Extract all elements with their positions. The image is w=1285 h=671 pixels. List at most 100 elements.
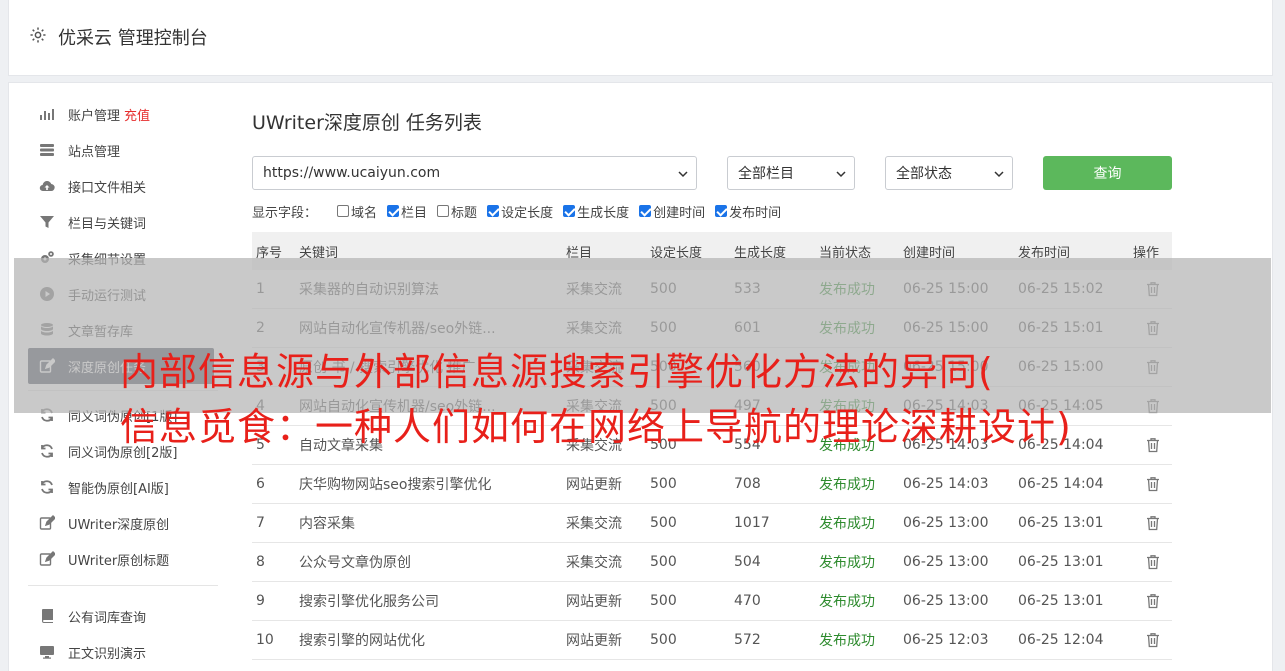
table-cell: 发布成功 [819, 516, 875, 532]
sidebar-item-label: UWriter原创标题 [68, 553, 170, 569]
table-cell: 06-25 13:00 [903, 515, 989, 531]
checkbox[interactable] [387, 205, 400, 217]
column-select-value: 全部栏目 [738, 166, 794, 182]
table-cell[interactable]: 搜索引擎优化服务公司 [299, 591, 566, 611]
row-actions [1133, 632, 1172, 648]
checkbox[interactable] [337, 205, 350, 217]
status-select-value: 全部状态 [896, 166, 952, 182]
headline-line-1: 内部信息源与外部信息源搜索引擎优化方法的异同( [120, 350, 994, 394]
sidebar-item-label: 账户管理 [68, 108, 121, 124]
trash-icon[interactable] [1146, 476, 1160, 492]
field-checkbox-3[interactable]: 设定长度 [487, 202, 553, 221]
table-cell: 708 [734, 476, 761, 492]
table-cell[interactable]: 公众号文章伪原创 [299, 552, 566, 572]
table-row: 10 搜索引擎的网站优化 网站更新 500 572 发布成功 06-25 12:03 06-2… [252, 621, 1172, 660]
checkbox[interactable] [563, 205, 576, 217]
table-cell: 1017 [734, 515, 770, 531]
site-select[interactable]: https://www.ucaiyun.com [252, 156, 697, 190]
recharge-link[interactable]: 充值 [124, 105, 150, 124]
table-cell: 470 [734, 593, 761, 609]
sidebar-item-label: 接口文件相关 [68, 180, 147, 196]
table-cell: 7 [256, 515, 265, 531]
table-cell: 06-25 14:03 [903, 476, 989, 492]
sidebar-item-label: 智能伪原创[AI版] [68, 481, 169, 497]
table-cell: 500 [650, 632, 677, 648]
table-cell: 06-25 13:00 [903, 554, 989, 570]
table-row: 9 搜索引擎优化服务公司 网站更新 500 470 发布成功 06-25 13:00 06-2… [252, 582, 1172, 621]
field-checkbox-4[interactable]: 生成长度 [563, 202, 629, 221]
chevron-down-icon [678, 171, 688, 178]
monitor-icon [38, 644, 56, 660]
field-checkbox-1[interactable]: 栏目 [387, 202, 427, 221]
checkbox[interactable] [487, 205, 500, 217]
book-icon [38, 608, 56, 624]
table-cell: 500 [650, 554, 677, 570]
server-icon [38, 142, 56, 158]
checkbox-label: 标题 [451, 205, 478, 221]
checkbox-label: 创建时间 [653, 205, 706, 221]
sidebar-item-2-4[interactable]: UWriter原创标题 [28, 541, 218, 577]
gear-icon[interactable] [29, 26, 47, 44]
cloud-upload-icon [38, 178, 56, 194]
top-bar: 优采云 管理控制台 [8, 0, 1273, 76]
checkbox-label: 生成长度 [577, 205, 630, 221]
table-cell: 网站更新 [566, 633, 622, 649]
row-actions [1133, 515, 1172, 531]
headline-line-2: 信息觅食：一种人们如何在网络上导航的理论深耕设计) [120, 405, 1072, 449]
table-cell: 发布成功 [819, 633, 875, 649]
table-cell[interactable]: 搜索引擎的网站优化 [299, 630, 566, 650]
sidebar-item-2-2[interactable]: 智能伪原创[AI版] [28, 469, 218, 505]
trash-icon[interactable] [1146, 593, 1160, 609]
field-checkbox-2[interactable]: 标题 [437, 202, 477, 221]
table-cell: 采集交流 [566, 516, 622, 532]
sidebar-item-label: 正文识别演示 [68, 646, 147, 662]
sidebar-item-3-0[interactable]: 公有词库查询 [28, 598, 218, 634]
field-checkbox-6[interactable]: 发布时间 [715, 202, 781, 221]
table-cell: 06-25 12:04 [1018, 632, 1104, 648]
display-fields: 显示字段： 域名 栏目 标题 设定长度 生成长度 创建时间 发布时间 [252, 201, 791, 221]
page-title: UWriter深度原创 任务列表 [252, 112, 482, 134]
sidebar-item-1-2[interactable]: 接口文件相关 [28, 168, 218, 204]
sidebar-item-1-3[interactable]: 栏目与关键词 [28, 204, 218, 240]
table-cell: 06-25 12:03 [903, 632, 989, 648]
refresh-icon [38, 479, 56, 495]
table-cell: 500 [650, 476, 677, 492]
status-select[interactable]: 全部状态 [885, 156, 1013, 190]
sidebar-item-label: 公有词库查询 [68, 610, 147, 626]
checkbox[interactable] [715, 205, 728, 217]
display-fields-label: 显示字段： [252, 205, 318, 221]
table-cell: 500 [650, 515, 677, 531]
sidebar-item-2-3[interactable]: UWriter深度原创 [28, 505, 218, 541]
checkbox[interactable] [437, 205, 450, 217]
row-actions [1133, 476, 1172, 492]
table-row: 7 内容采集 采集交流 500 1017 发布成功 06-25 13:00 06-25 13:… [252, 504, 1172, 543]
chevron-down-icon [836, 171, 846, 178]
field-checkbox-5[interactable]: 创建时间 [639, 202, 705, 221]
table-cell: 发布成功 [819, 555, 875, 571]
trash-icon[interactable] [1146, 632, 1160, 648]
query-button[interactable]: 查询 [1043, 156, 1172, 190]
table-cell: 06-25 13:01 [1018, 593, 1104, 609]
table-cell: 06-25 13:01 [1018, 554, 1104, 570]
checkbox-label: 栏目 [401, 205, 428, 221]
trash-icon[interactable] [1146, 554, 1160, 570]
column-select[interactable]: 全部栏目 [727, 156, 855, 190]
field-checkbox-0[interactable]: 域名 [337, 202, 377, 221]
table-cell: 6 [256, 476, 265, 492]
checkbox[interactable] [639, 205, 652, 217]
table-cell: 发布成功 [819, 477, 875, 493]
sidebar-item-3-1[interactable]: 正文识别演示 [28, 634, 218, 670]
table-cell: 8 [256, 554, 265, 570]
checkbox-label: 域名 [351, 205, 378, 221]
app-title: 优采云 管理控制台 [58, 28, 208, 49]
edit-icon [38, 515, 56, 531]
sidebar-divider [28, 585, 218, 586]
bar-chart-icon [38, 106, 56, 122]
table-cell: 采集交流 [566, 555, 622, 571]
trash-icon[interactable] [1146, 515, 1160, 531]
table-cell[interactable]: 内容采集 [299, 513, 566, 533]
sidebar-item-1-0[interactable]: 账户管理 充值 [28, 96, 218, 132]
sidebar-item-1-1[interactable]: 站点管理 [28, 132, 218, 168]
table-cell[interactable]: 庆华购物网站seo搜索引擎优化 [299, 474, 566, 494]
table-cell: 网站更新 [566, 594, 622, 610]
